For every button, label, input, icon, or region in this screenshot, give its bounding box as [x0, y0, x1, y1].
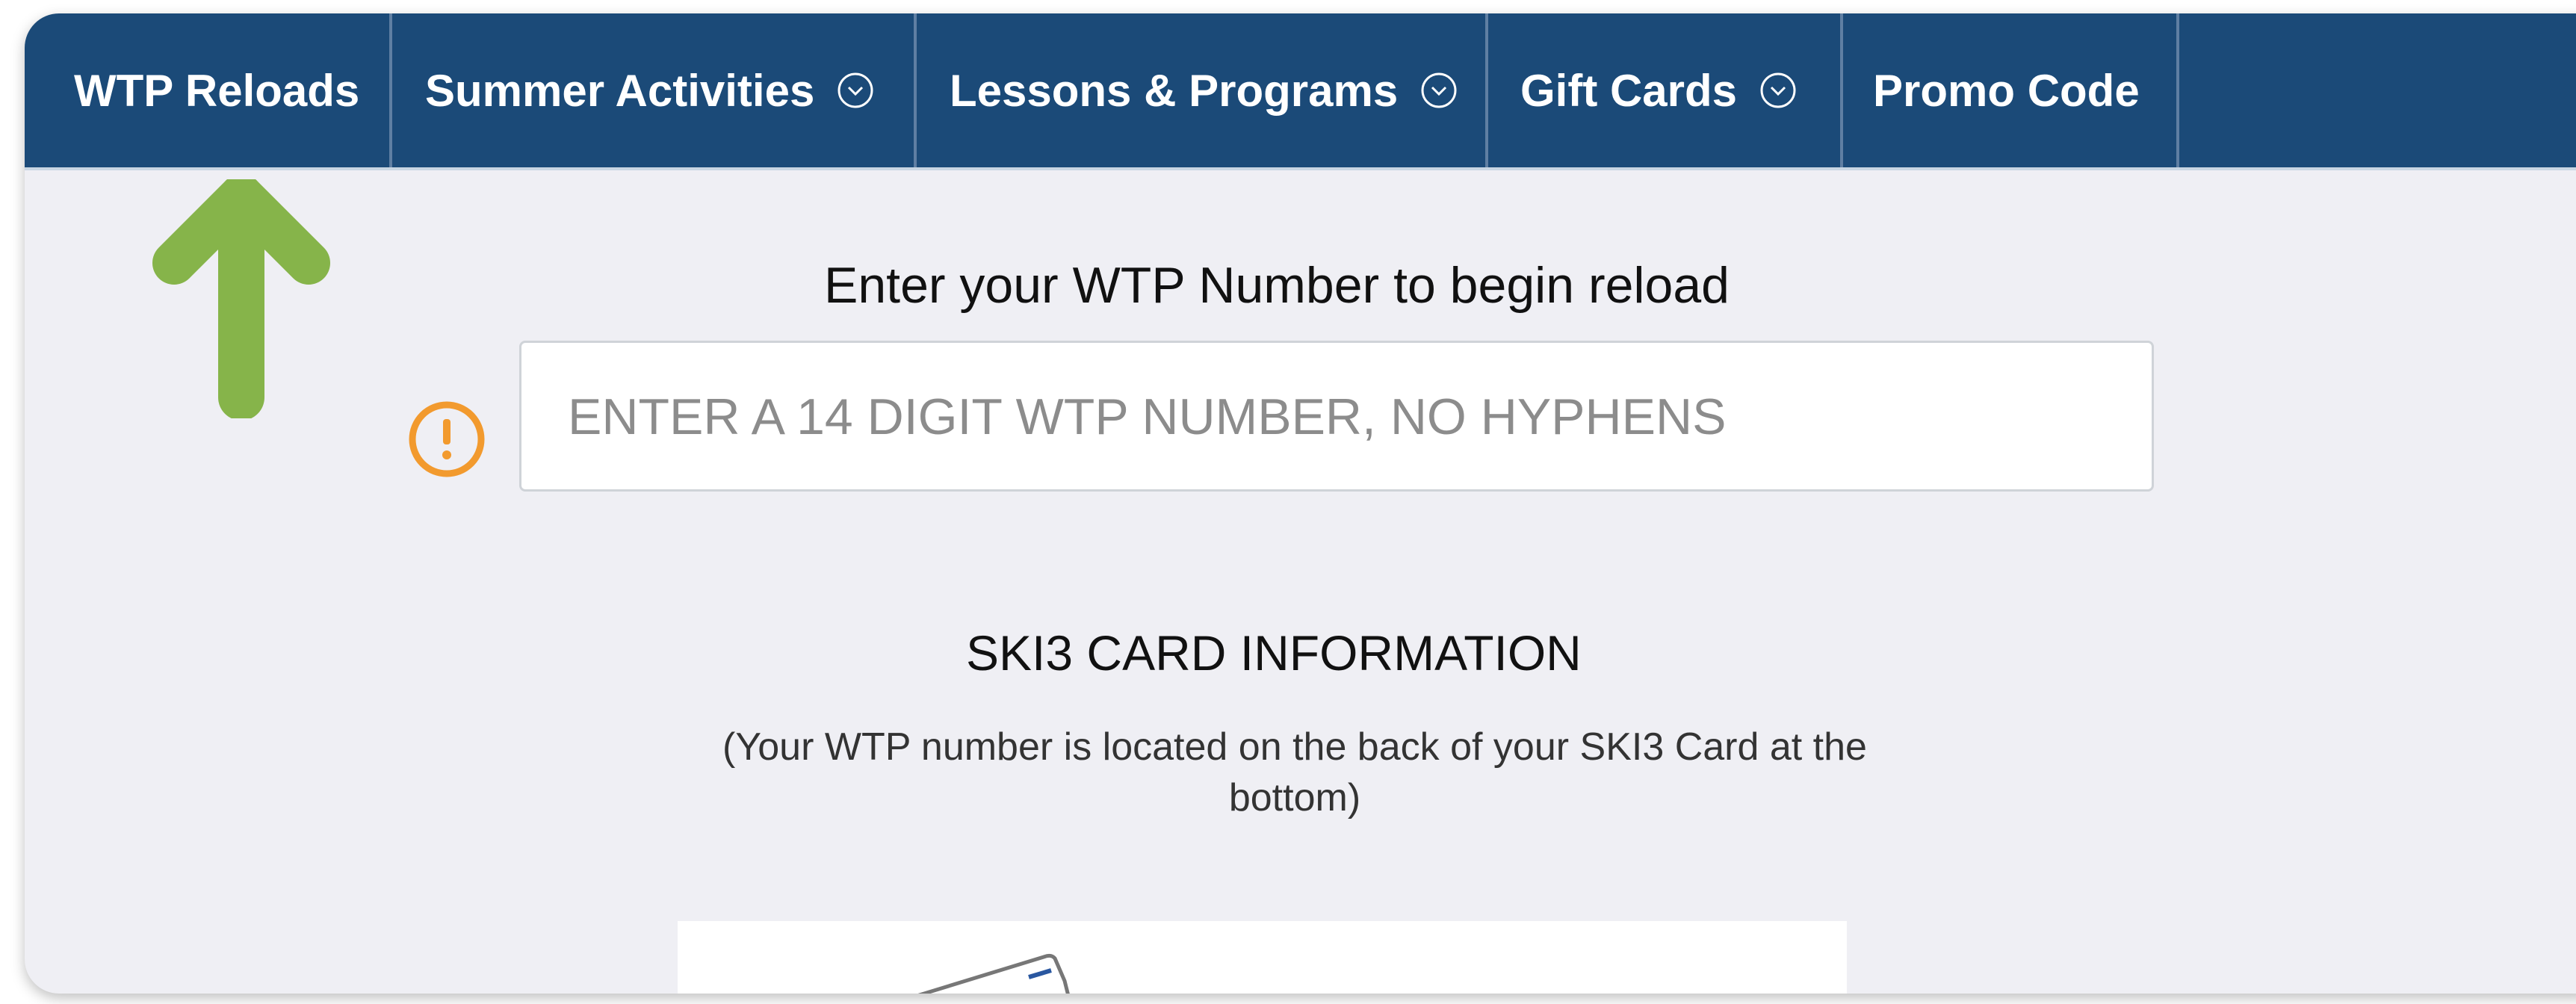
nav-item-label: Promo Code	[1873, 65, 2140, 116]
nav-item-label: Lessons & Programs	[950, 65, 1399, 116]
nav-item-promo-code[interactable]: Promo Code	[1843, 13, 2202, 167]
chevron-down-circle-icon	[1421, 72, 1457, 108]
wtp-number-field	[519, 341, 2154, 492]
page-heading: Enter your WTP Number to begin reload	[824, 257, 1730, 314]
nav-item-wtp-reloads[interactable]: WTP Reloads	[41, 13, 415, 167]
nav-divider	[1485, 13, 1488, 167]
nav-item-summer-activities[interactable]: Summer Activities	[392, 13, 920, 167]
card-info-title: SKI3 CARD INFORMATION	[966, 625, 1582, 681]
wtp-number-input[interactable]	[566, 343, 2108, 491]
card-illustration	[917, 953, 1070, 994]
nav-item-gift-cards[interactable]: Gift Cards	[1490, 13, 1871, 167]
nav-item-lessons-programs[interactable]: Lessons & Programs	[917, 13, 1489, 167]
browser-frame: WTP Reloads Summer Activities Lessons & …	[25, 13, 2576, 994]
chevron-down-circle-icon	[1760, 72, 1796, 108]
nav-item-label: Gift Cards	[1520, 65, 1738, 116]
green-up-arrow-icon	[152, 179, 330, 418]
nav-item-label: WTP Reloads	[74, 65, 360, 116]
card-info-text: (Your WTP number is located on the back …	[722, 725, 1867, 819]
nav-divider	[2176, 13, 2179, 167]
nav-item-label: Summer Activities	[425, 65, 815, 116]
warning-circle-icon	[409, 401, 485, 477]
top-navigation-bar: WTP Reloads Summer Activities Lessons & …	[25, 13, 2576, 170]
chevron-down-circle-icon	[837, 72, 873, 108]
ski3-card-image	[678, 921, 1847, 994]
